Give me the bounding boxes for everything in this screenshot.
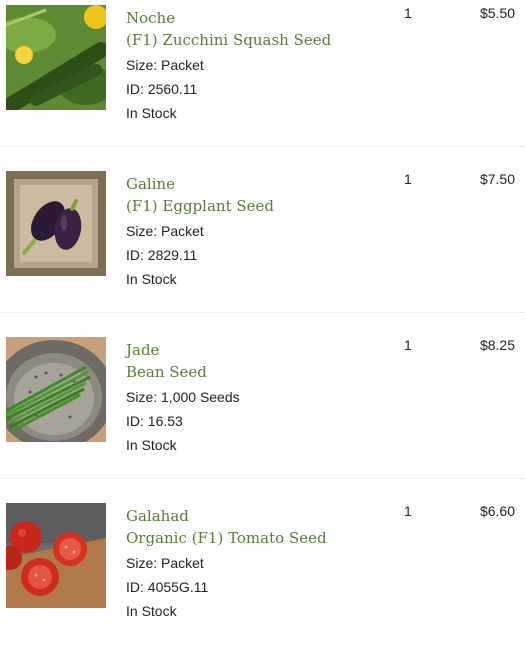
product-id: ID: 16.53 [126,413,183,429]
stock-status: In Stock [126,603,177,619]
product-name[interactable]: Galahad [126,507,189,525]
row-divider [0,312,525,313]
product-id: ID: 2560.11 [126,81,198,97]
row-divider [0,478,525,479]
product-size: Size: Packet [126,57,204,73]
stock-status: In Stock [126,437,177,453]
product-name[interactable]: Jade [126,341,159,359]
quantity[interactable]: 1 [404,5,412,21]
stock-status: In Stock [126,105,177,121]
quantity[interactable]: 1 [404,171,412,187]
cart-item-row: Galahad Organic (F1) Tomato Seed Size: P… [0,498,525,664]
item-price: $7.50 [479,171,515,187]
bean-photo[interactable] [6,337,106,442]
product-name[interactable]: Noche [126,9,175,27]
product-size: Size: Packet [126,223,204,239]
product-size: Size: Packet [126,555,204,571]
product-id: ID: 2829.11 [126,247,198,263]
quantity[interactable]: 1 [404,503,412,519]
item-price: $5.50 [479,5,515,21]
product-size: Size: 1,000 Seeds [126,389,240,405]
cart-item-row: Noche (F1) Zucchini Squash Seed Size: Pa… [0,0,525,166]
item-price: $8.25 [479,337,515,353]
cart-item-row: Jade Bean Seed Size: 1,000 Seeds ID: 16.… [0,332,525,498]
product-variety[interactable]: (F1) Zucchini Squash Seed [126,31,331,49]
quantity[interactable]: 1 [404,337,412,353]
eggplant-photo[interactable] [6,171,106,276]
product-id: ID: 4055G.11 [126,579,209,595]
product-variety[interactable]: Organic (F1) Tomato Seed [126,529,327,547]
product-variety[interactable]: (F1) Eggplant Seed [126,197,274,215]
item-price: $6.60 [479,503,515,519]
stock-status: In Stock [126,271,177,287]
product-variety[interactable]: Bean Seed [126,363,207,381]
row-divider [0,146,525,147]
cart-item-row: Galine (F1) Eggplant Seed Size: Packet I… [0,166,525,332]
product-name[interactable]: Galine [126,175,175,193]
zucchini-photo[interactable] [6,5,106,110]
tomato-photo[interactable] [6,503,106,608]
